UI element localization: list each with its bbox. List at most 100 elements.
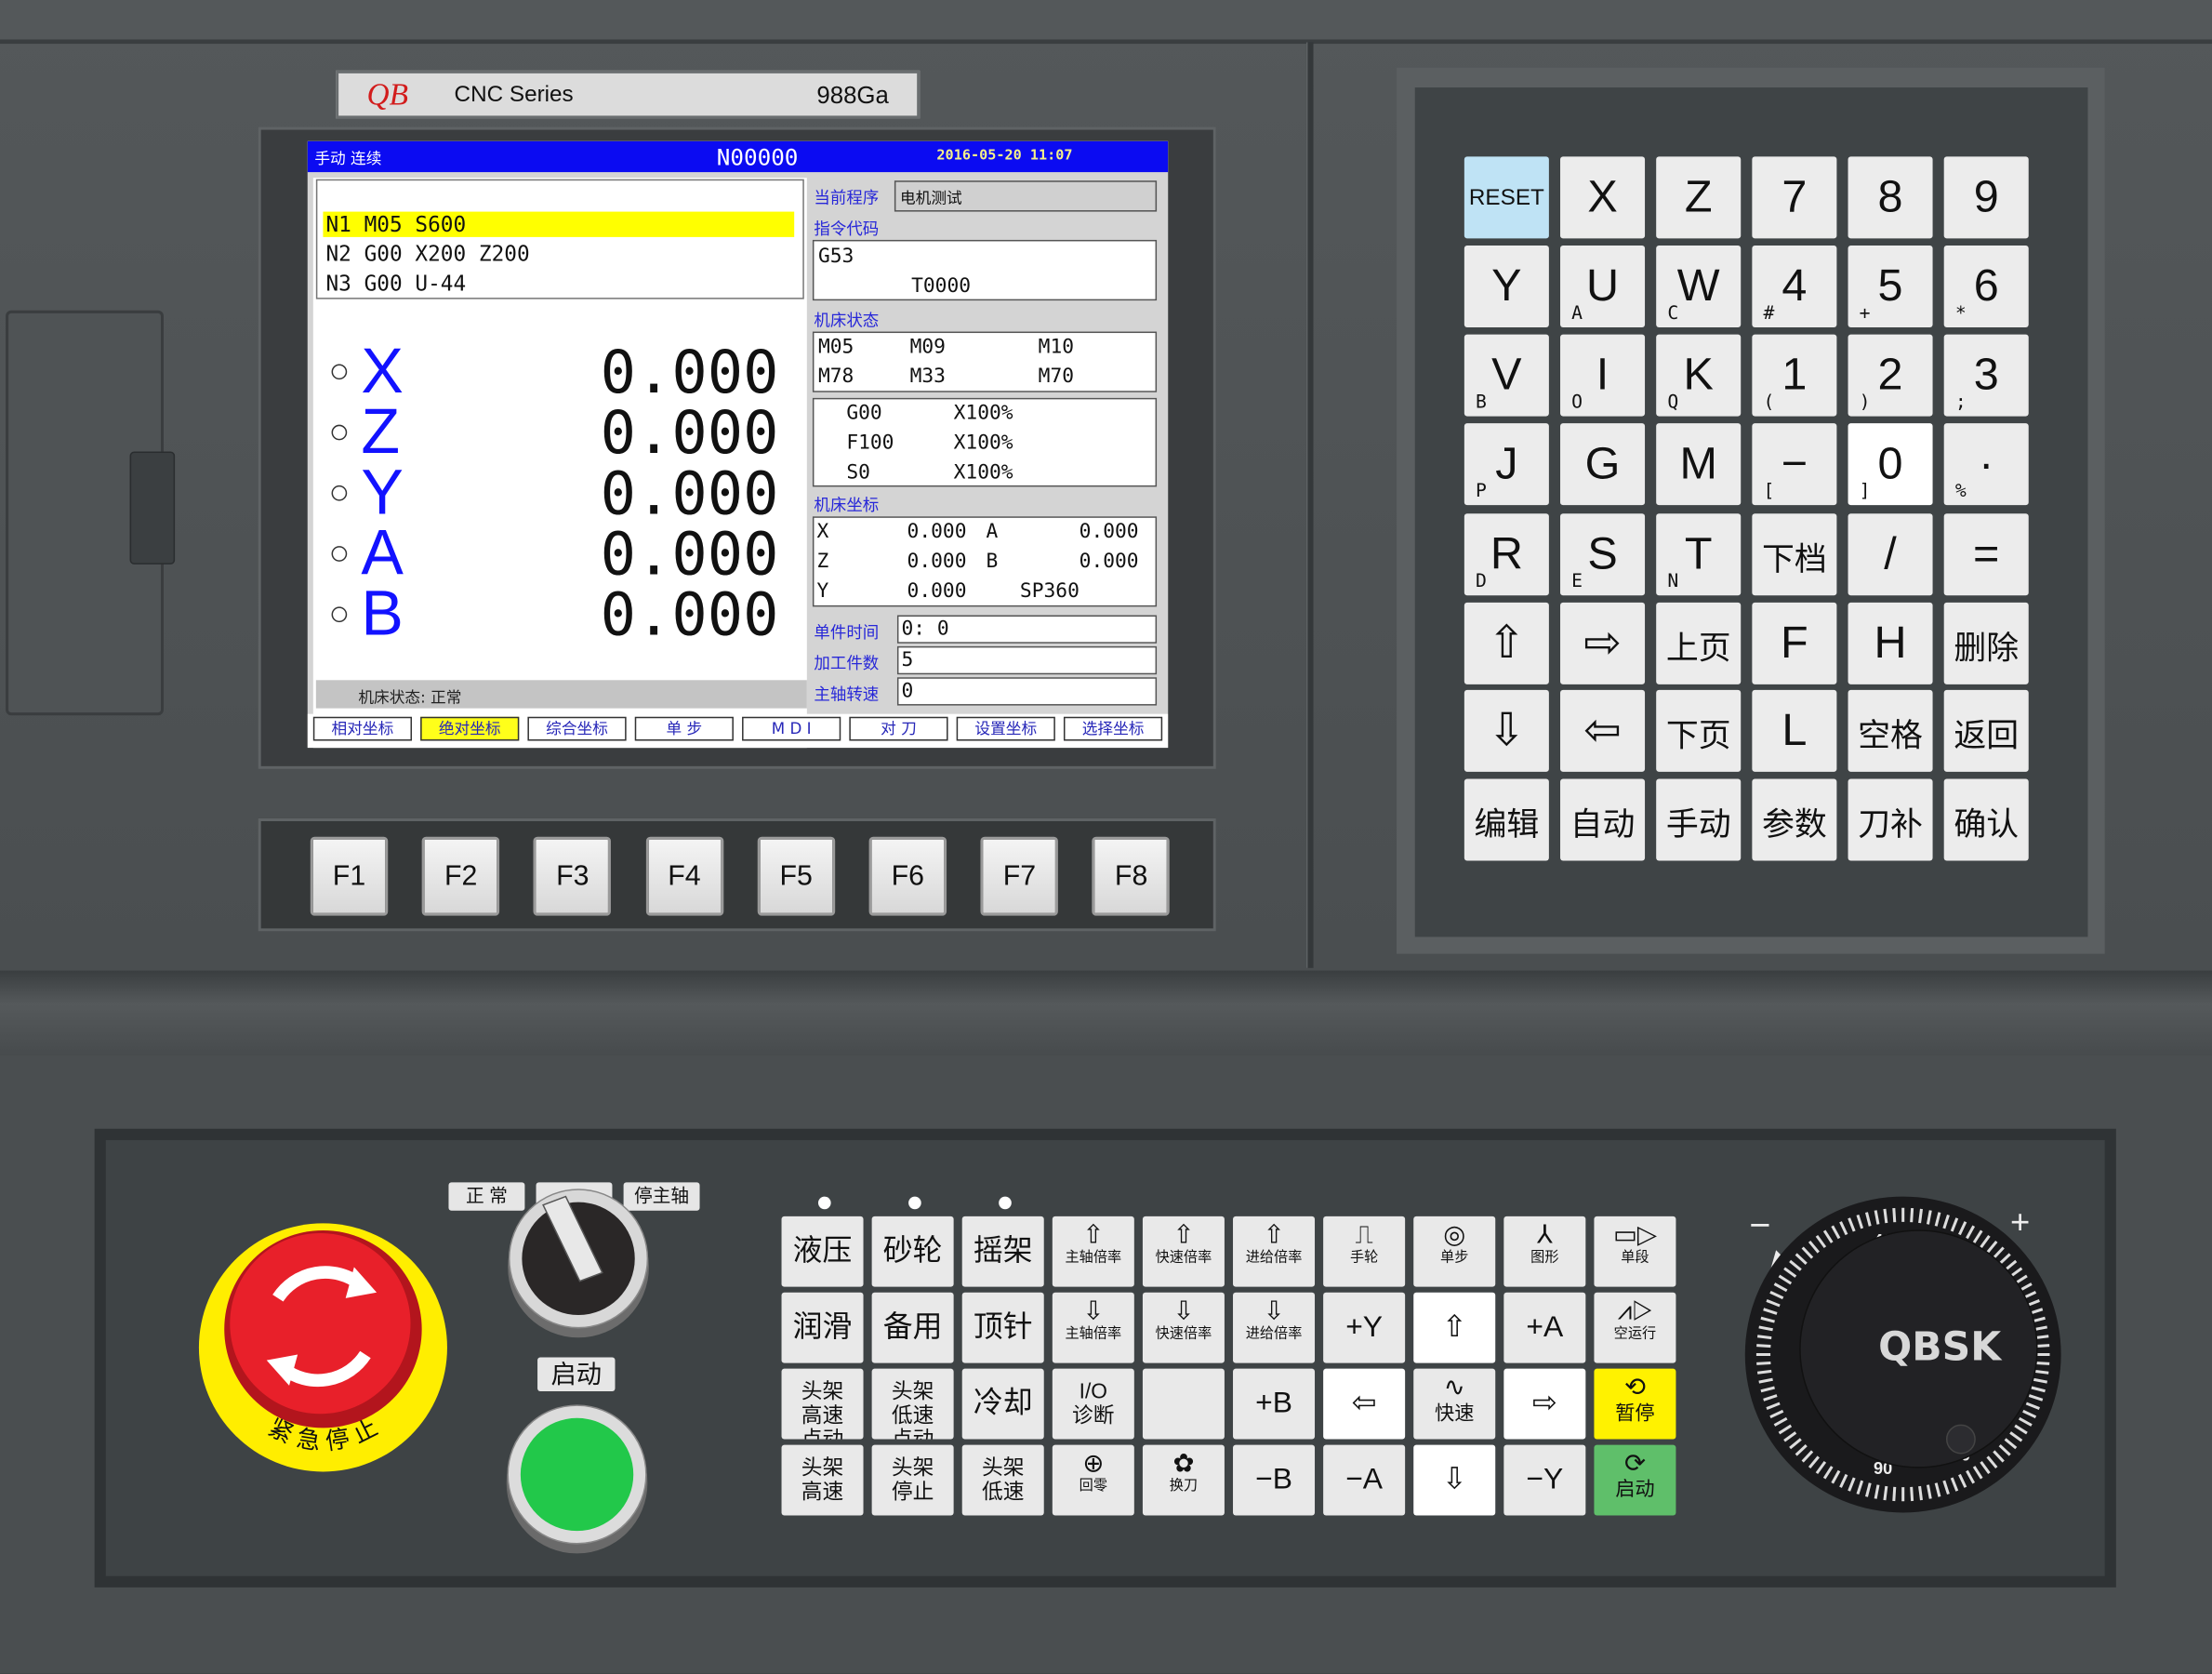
key-0-3[interactable]: 7	[1752, 156, 1837, 239]
key-1-1[interactable]: UA	[1560, 245, 1646, 327]
key-0-2[interactable]: Z	[1656, 156, 1742, 239]
key-2-4[interactable]: 2)	[1848, 334, 1933, 417]
panel-button-2-6[interactable]: ⇦	[1323, 1368, 1406, 1440]
softkey-4[interactable]: 单 步	[634, 716, 734, 741]
key-5-5[interactable]: 删除	[1943, 602, 2029, 684]
panel-button-3-0[interactable]: 头架高速	[781, 1444, 864, 1516]
panel-button-1-1[interactable]: 备用	[871, 1292, 954, 1363]
panel-button-2-3[interactable]: I/O诊断	[1052, 1368, 1134, 1440]
key-0-0[interactable]: RESET	[1464, 156, 1549, 239]
manual-pulse-generator-handwheel[interactable]: − + 405060708090 QBSK	[1729, 1188, 2067, 1526]
key-4-0[interactable]: RD	[1464, 513, 1549, 596]
panel-button-3-6[interactable]: −A	[1323, 1444, 1406, 1516]
key-7-2[interactable]: 手动	[1656, 778, 1742, 861]
panel-button-0-9[interactable]: ▭▷ 单段	[1594, 1216, 1676, 1287]
key-3-5[interactable]: ·%	[1943, 423, 2029, 506]
panel-button-3-3[interactable]: ⊕ 回零	[1052, 1444, 1134, 1516]
panel-button-1-2[interactable]: 顶针	[961, 1292, 1044, 1363]
panel-button-3-5[interactable]: −B	[1233, 1444, 1316, 1516]
panel-button-1-7[interactable]: ⇧	[1413, 1292, 1496, 1363]
key-0-5[interactable]: 9	[1943, 156, 2029, 239]
key-6-0[interactable]: ⇩	[1464, 689, 1549, 772]
panel-button-3-1[interactable]: 头架停止	[871, 1444, 954, 1516]
panel-button-2-9[interactable]: ⟲ 暂停	[1594, 1368, 1676, 1440]
panel-button-0-7[interactable]: ◎ 单步	[1413, 1216, 1496, 1287]
cycle-start-button[interactable]	[501, 1402, 656, 1557]
panel-button-2-4[interactable]	[1142, 1368, 1225, 1440]
key-2-1[interactable]: IO	[1560, 334, 1646, 417]
key-5-1[interactable]: ⇨	[1560, 602, 1646, 684]
key-2-3[interactable]: 1(	[1752, 334, 1837, 417]
function-key-f1[interactable]: F1	[310, 836, 389, 916]
panel-button-0-1[interactable]: 砂轮	[871, 1216, 954, 1287]
panel-button-2-2[interactable]: 冷却	[961, 1368, 1044, 1440]
key-5-4[interactable]: H	[1848, 602, 1933, 684]
panel-button-1-3[interactable]: ⇩ 主轴倍率	[1052, 1292, 1134, 1363]
panel-button-1-9[interactable]: ⩘▷ 空运行	[1594, 1292, 1676, 1363]
panel-button-1-0[interactable]: 润滑	[781, 1292, 864, 1363]
key-6-3[interactable]: L	[1752, 689, 1837, 772]
panel-button-3-8[interactable]: −Y	[1503, 1444, 1586, 1516]
key-1-3[interactable]: 4 #	[1752, 245, 1837, 327]
key-3-0[interactable]: JP	[1464, 423, 1549, 506]
panel-button-0-0[interactable]: 液压	[781, 1216, 864, 1287]
key-3-2[interactable]: M	[1656, 423, 1742, 506]
softkey-5[interactable]: M D I	[742, 716, 841, 741]
panel-button-2-5[interactable]: +B	[1233, 1368, 1316, 1440]
key-1-2[interactable]: WC	[1656, 245, 1742, 327]
key-7-1[interactable]: 自动	[1560, 778, 1646, 861]
spindle-selector-knob[interactable]	[501, 1185, 656, 1340]
panel-button-0-4[interactable]: ⇧ 快速倍率	[1142, 1216, 1225, 1287]
key-3-1[interactable]: G	[1560, 423, 1646, 506]
panel-button-0-6[interactable]: ⎍ 手轮	[1323, 1216, 1406, 1287]
key-1-4[interactable]: 5 +	[1848, 245, 1933, 327]
panel-button-1-6[interactable]: +Y	[1323, 1292, 1406, 1363]
softkey-7[interactable]: 设置坐标	[956, 716, 1055, 741]
panel-button-3-4[interactable]: ✿ 换刀	[1142, 1444, 1225, 1516]
key-4-4[interactable]: /	[1848, 513, 1933, 596]
panel-button-0-3[interactable]: ⇧ 主轴倍率	[1052, 1216, 1134, 1287]
key-7-4[interactable]: 刀补	[1848, 778, 1933, 861]
key-6-4[interactable]: 空格	[1848, 689, 1933, 772]
key-4-5[interactable]: =	[1943, 513, 2029, 596]
key-2-0[interactable]: VB	[1464, 334, 1549, 417]
panel-button-1-8[interactable]: +A	[1503, 1292, 1586, 1363]
key-4-2[interactable]: TN	[1656, 513, 1742, 596]
panel-button-0-8[interactable]: ⅄ 图形	[1503, 1216, 1586, 1287]
function-key-f3[interactable]: F3	[534, 836, 612, 916]
key-1-0[interactable]: Y	[1464, 245, 1549, 327]
key-3-4[interactable]: 0]	[1848, 423, 1933, 506]
emergency-stop-button[interactable]: 紧 急 停 止	[191, 1214, 458, 1481]
panel-button-1-5[interactable]: ⇩ 进给倍率	[1233, 1292, 1316, 1363]
panel-button-1-4[interactable]: ⇩ 快速倍率	[1142, 1292, 1225, 1363]
function-key-f8[interactable]: F8	[1092, 836, 1171, 916]
key-5-0[interactable]: ⇧	[1464, 602, 1549, 684]
key-0-1[interactable]: X	[1560, 156, 1646, 239]
panel-button-2-8[interactable]: ⇨	[1503, 1368, 1586, 1440]
key-5-2[interactable]: 上页	[1656, 602, 1742, 684]
key-4-3[interactable]: 下档	[1752, 513, 1837, 596]
softkey-6[interactable]: 对 刀	[849, 716, 948, 741]
panel-button-0-2[interactable]: 摇架	[961, 1216, 1044, 1287]
key-0-4[interactable]: 8	[1848, 156, 1933, 239]
key-4-1[interactable]: SE	[1560, 513, 1646, 596]
softkey-3[interactable]: 综合坐标	[527, 716, 627, 741]
key-7-0[interactable]: 编辑	[1464, 778, 1549, 861]
function-key-f7[interactable]: F7	[980, 836, 1059, 916]
panel-button-2-7[interactable]: ∿ 快速	[1413, 1368, 1496, 1440]
function-key-f5[interactable]: F5	[757, 836, 835, 916]
key-5-3[interactable]: F	[1752, 602, 1837, 684]
panel-button-0-5[interactable]: ⇧ 进给倍率	[1233, 1216, 1316, 1287]
softkey-2[interactable]: 绝对坐标	[420, 716, 520, 741]
function-key-f2[interactable]: F2	[421, 836, 500, 916]
key-6-2[interactable]: 下页	[1656, 689, 1742, 772]
panel-button-2-1[interactable]: 头架低速点动	[871, 1368, 954, 1440]
key-6-1[interactable]: ⇦	[1560, 689, 1646, 772]
softkey-1[interactable]: 相对坐标	[312, 716, 413, 741]
function-key-f4[interactable]: F4	[645, 836, 723, 916]
key-1-5[interactable]: 6 *	[1943, 245, 2029, 327]
key-7-3[interactable]: 参数	[1752, 778, 1837, 861]
key-7-5[interactable]: 确认	[1943, 778, 2029, 861]
panel-button-3-7[interactable]: ⇩	[1413, 1444, 1496, 1516]
softkey-8[interactable]: 选择坐标	[1063, 716, 1163, 741]
